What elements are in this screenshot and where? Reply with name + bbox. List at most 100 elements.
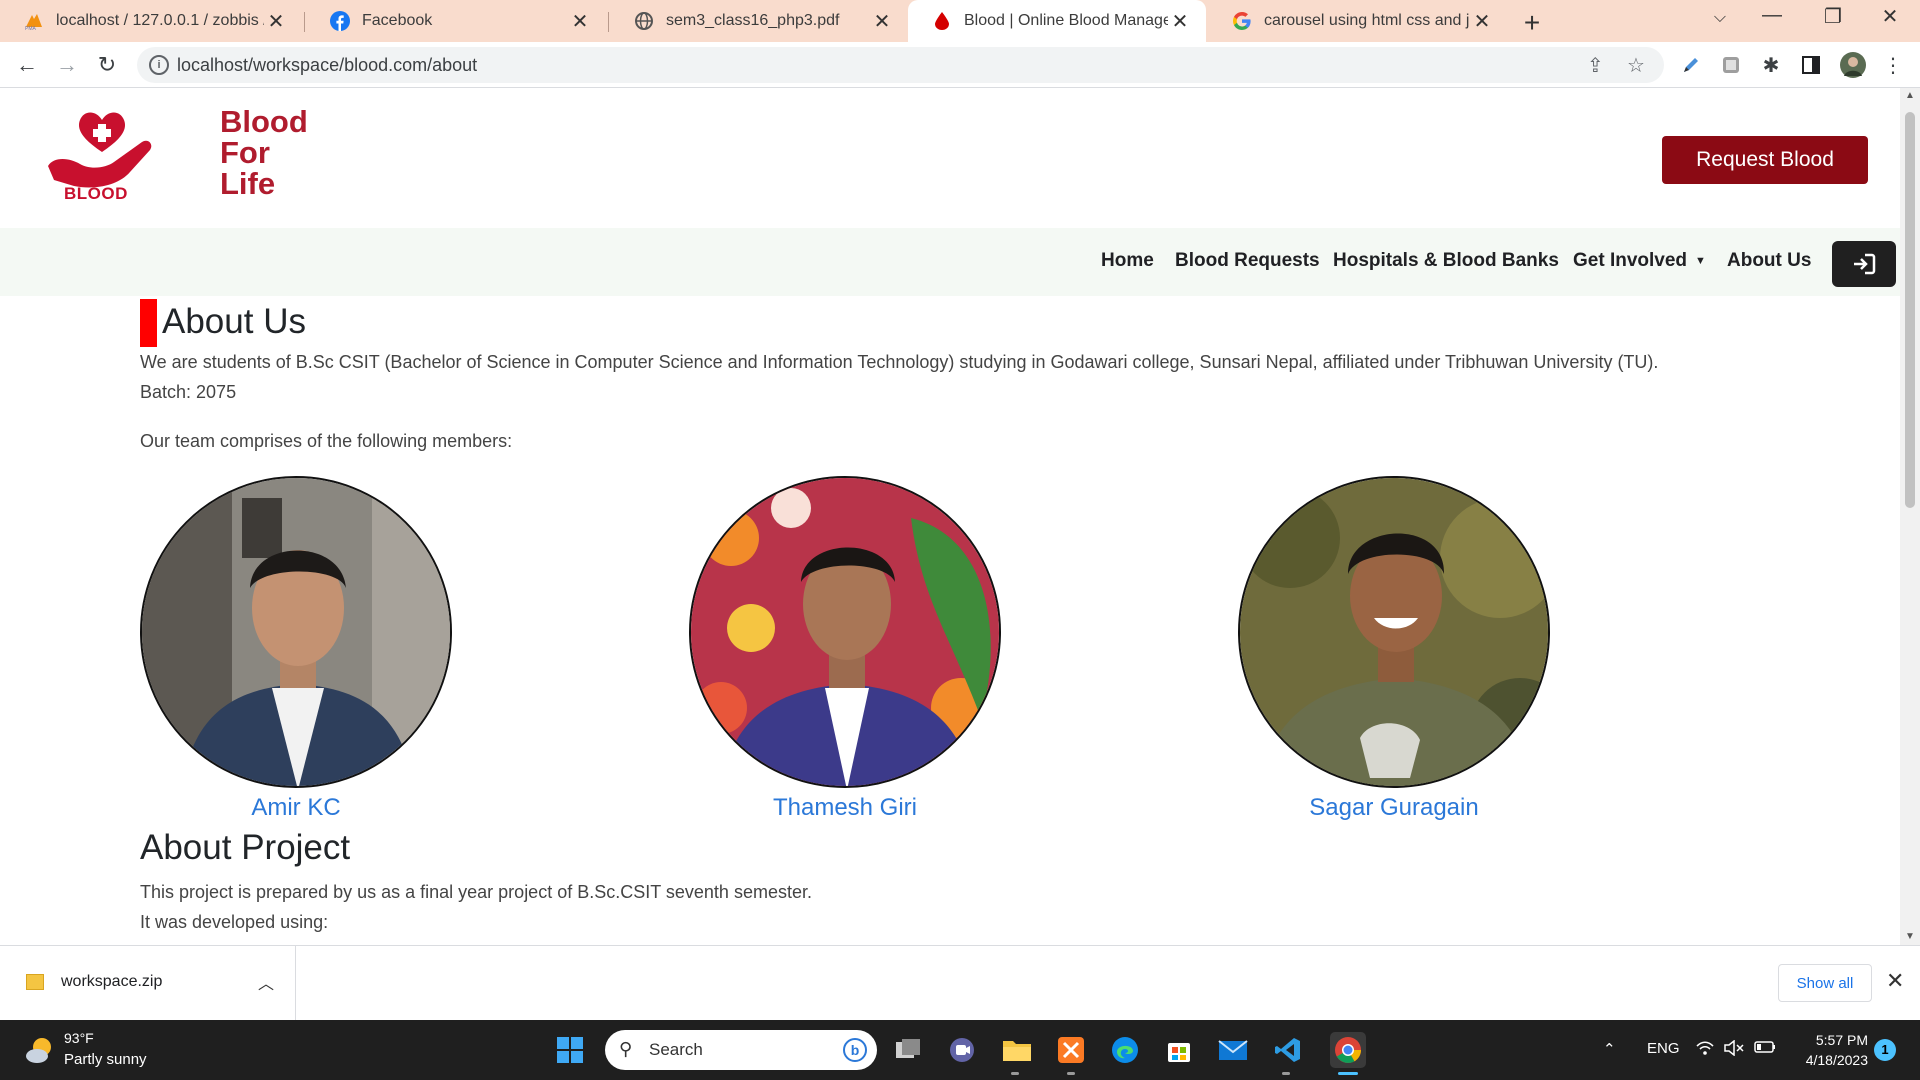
tab-search-chevron-icon[interactable]: ⌵ xyxy=(1700,9,1740,27)
xampp-icon[interactable] xyxy=(1053,1032,1089,1068)
team-member-card: Sagar Guragain xyxy=(1238,476,1550,822)
nav-about-us[interactable]: About Us xyxy=(1727,250,1811,272)
windows-start-icon[interactable] xyxy=(552,1032,588,1068)
speaker-muted-icon[interactable] xyxy=(1724,1039,1744,1060)
system-clock[interactable]: 5:57 PM 4/18/2023 xyxy=(1790,1030,1868,1070)
nav-hospitals-blood-banks[interactable]: Hospitals & Blood Banks xyxy=(1333,250,1559,272)
puzzle-extensions-icon[interactable]: ✱ xyxy=(1758,52,1784,78)
pen-extension-icon[interactable] xyxy=(1678,52,1704,78)
weather-condition[interactable]: Partly sunny xyxy=(64,1051,147,1068)
partly-sunny-icon[interactable] xyxy=(24,1034,56,1066)
page-scrollbar[interactable]: ▲ ▼ xyxy=(1900,88,1920,945)
task-view-icon[interactable] xyxy=(890,1032,926,1068)
tab-facebook[interactable]: Facebook ✕ xyxy=(306,0,606,42)
running-indicator xyxy=(1067,1072,1075,1075)
more-menu-icon[interactable]: ⋮ xyxy=(1880,52,1906,78)
tab-title: carousel using html css and javas xyxy=(1264,12,1470,29)
tab-blood-active[interactable]: Blood | Online Blood Manageme ✕ xyxy=(908,0,1206,42)
running-indicator xyxy=(1011,1072,1019,1075)
batch-text: Batch: 2075 xyxy=(140,382,237,402)
site-brand[interactable]: Blood For Life xyxy=(220,106,308,199)
caret-down-icon: ▼ xyxy=(1695,254,1706,267)
google-icon xyxy=(1232,11,1252,31)
team-member-card: Amir KC xyxy=(140,476,452,822)
tab-phpmyadmin[interactable]: PMA localhost / 127.0.0.1 / zobbis / cli… xyxy=(0,0,302,42)
member-name[interactable]: Amir KC xyxy=(140,794,452,822)
reload-icon[interactable]: ↻ xyxy=(92,50,122,80)
weather-temperature[interactable]: 93°F xyxy=(64,1030,94,1046)
nav-get-involved[interactable]: Get Involved ▼ xyxy=(1573,250,1706,272)
nav-home[interactable]: Home xyxy=(1101,250,1154,272)
edge-icon[interactable] xyxy=(1107,1032,1143,1068)
phpmyadmin-icon: PMA xyxy=(24,11,44,31)
bookmark-star-icon[interactable]: ☆ xyxy=(1627,53,1645,78)
language-indicator[interactable]: ENG xyxy=(1647,1040,1680,1057)
search-placeholder: Search xyxy=(649,1040,703,1059)
notification-badge[interactable]: 1 xyxy=(1874,1039,1896,1061)
chevron-up-icon[interactable]: ⌃ xyxy=(1603,1040,1616,1058)
brand-line: Blood xyxy=(220,104,308,139)
mail-icon[interactable] xyxy=(1215,1032,1251,1068)
close-tab-icon[interactable]: ✕ xyxy=(1470,9,1494,34)
active-indicator xyxy=(1338,1072,1358,1075)
browser-tab-strip: PMA localhost / 127.0.0.1 / zobbis / cli… xyxy=(0,0,1920,42)
site-info-icon[interactable]: i xyxy=(149,55,169,75)
download-item[interactable]: workspace.zip ︿ xyxy=(0,946,296,1020)
tab-title: Blood | Online Blood Manageme xyxy=(964,12,1168,29)
project-tech-intro: It was developed using: xyxy=(140,912,329,932)
file-explorer-icon[interactable] xyxy=(999,1032,1035,1068)
scroll-up-arrow-icon[interactable]: ▲ xyxy=(1900,88,1920,104)
web-page: BLOOD Blood For Life Request Blood Home … xyxy=(0,88,1900,945)
request-blood-button[interactable]: Request Blood xyxy=(1662,136,1868,184)
restore-button[interactable]: ❐ xyxy=(1813,4,1853,29)
clock-date: 4/18/2023 xyxy=(1805,1052,1868,1068)
main-navbar: Home Blood Requests Hospitals & Blood Ba… xyxy=(0,228,1900,296)
brand-line: For xyxy=(220,135,270,170)
teams-chat-icon[interactable] xyxy=(944,1032,980,1068)
scroll-down-arrow-icon[interactable]: ▼ xyxy=(1900,929,1920,945)
bing-icon[interactable]: b xyxy=(843,1038,867,1062)
close-tab-icon[interactable]: ✕ xyxy=(568,9,592,34)
zip-folder-icon xyxy=(26,974,44,990)
close-tab-icon[interactable]: ✕ xyxy=(264,9,288,34)
back-arrow-icon[interactable]: ← xyxy=(12,50,42,80)
tab-title: sem3_class16_php3.pdf xyxy=(666,12,840,29)
forward-arrow-icon[interactable]: → xyxy=(52,50,82,80)
battery-icon[interactable] xyxy=(1754,1040,1776,1058)
login-button[interactable] xyxy=(1832,241,1896,287)
tab-google[interactable]: carousel using html css and javas ✕ xyxy=(1208,0,1508,42)
minimize-button[interactable]: — xyxy=(1752,4,1792,27)
clock-time: 5:57 PM xyxy=(1815,1032,1868,1048)
project-description: This project is prepared by us as a fina… xyxy=(140,882,812,902)
team-member-card: Thamesh Giri xyxy=(689,476,1001,822)
close-window-button[interactable]: ✕ xyxy=(1870,4,1910,29)
show-all-button[interactable]: Show all xyxy=(1778,964,1872,1002)
tab-pdf[interactable]: sem3_class16_php3.pdf ✕ xyxy=(610,0,908,42)
blood-drop-icon xyxy=(932,11,952,31)
tab-title: localhost / 127.0.0.1 / zobbis / cli xyxy=(56,12,264,29)
vscode-icon[interactable] xyxy=(1270,1032,1306,1068)
nav-blood-requests[interactable]: Blood Requests xyxy=(1175,250,1320,272)
chevron-up-icon[interactable]: ︿ xyxy=(258,970,274,994)
close-tab-icon[interactable]: ✕ xyxy=(1168,9,1192,34)
share-icon[interactable]: ⇪ xyxy=(1587,53,1604,78)
search-icon: ⚲ xyxy=(619,1039,633,1059)
svg-text:PMA: PMA xyxy=(25,26,37,31)
taskbar-search[interactable]: ⚲ Search b xyxy=(605,1030,877,1070)
close-tab-icon[interactable]: ✕ xyxy=(870,9,894,34)
new-tab-button[interactable]: + xyxy=(1518,7,1546,39)
chrome-icon[interactable] xyxy=(1330,1032,1366,1068)
url-text[interactable]: localhost/workspace/blood.com/about xyxy=(177,55,477,76)
side-panel-icon[interactable] xyxy=(1798,52,1824,78)
member-photo xyxy=(140,476,452,788)
member-name[interactable]: Thamesh Giri xyxy=(689,794,1001,822)
microsoft-store-icon[interactable] xyxy=(1161,1032,1197,1068)
address-bar[interactable]: i localhost/workspace/blood.com/about ⇪ … xyxy=(137,47,1664,83)
wifi-icon[interactable] xyxy=(1696,1040,1714,1060)
scrollbar-thumb[interactable] xyxy=(1905,112,1915,508)
extension-icon[interactable] xyxy=(1718,52,1744,78)
profile-avatar[interactable] xyxy=(1840,52,1866,78)
download-filename[interactable]: workspace.zip xyxy=(61,973,162,991)
close-download-bar-icon[interactable]: ✕ xyxy=(1886,968,1904,994)
member-name[interactable]: Sagar Guragain xyxy=(1238,794,1550,822)
